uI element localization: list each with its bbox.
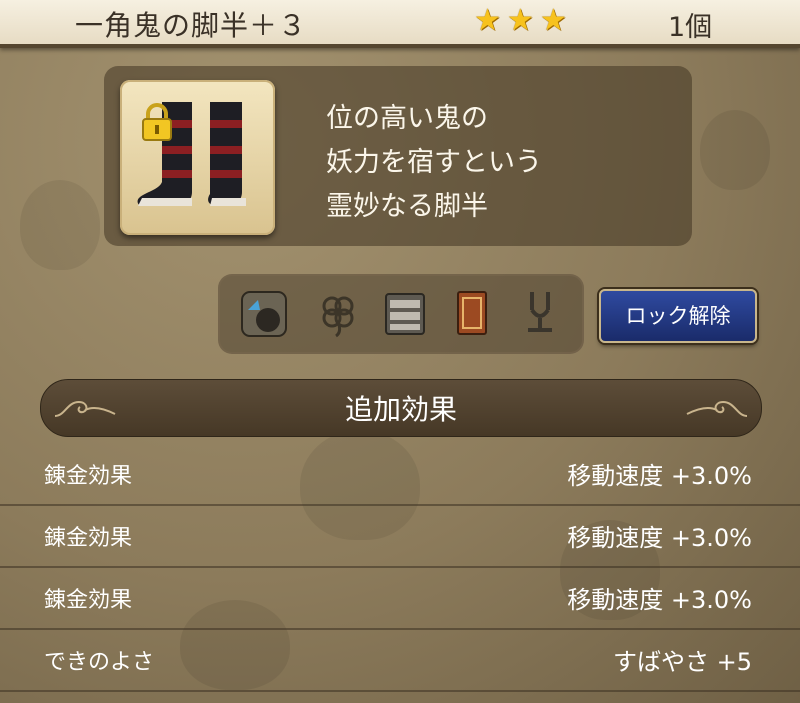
effect-value: 移動速度 +3.0% <box>567 462 752 490</box>
additional-effects-header: 追加効果 <box>40 379 762 437</box>
item-name: 一角鬼の脚半＋３ <box>75 9 308 42</box>
effect-row: できのよさ すばやさ +5 <box>0 628 800 692</box>
swirl-ornament-icon <box>686 400 748 417</box>
item-header: 一角鬼の脚半＋３ ★ ★ ★ 1個 <box>0 0 800 48</box>
status-icon-panel <box>218 274 584 354</box>
effect-row: 錬金効果 移動速度 +3.0% <box>0 566 800 630</box>
item-icon-frame <box>120 80 275 235</box>
effect-value: すばやさ +5 <box>612 648 752 676</box>
item-description: 位の高い鬼の 妖力を宿すという 霊妙なる脚半 <box>326 97 542 229</box>
description-line: 位の高い鬼の <box>326 103 488 134</box>
book-icon[interactable] <box>446 288 498 340</box>
background-pattern <box>20 180 100 270</box>
item-count: 1個 <box>668 12 713 43</box>
lock-icon <box>142 103 172 141</box>
description-line: 妖力を宿すという <box>326 147 542 178</box>
effect-label: できのよさ <box>44 650 155 675</box>
star-icon: ★ <box>506 3 534 38</box>
description-line: 霊妙なる脚半 <box>326 191 488 222</box>
effect-row: 錬金効果 移動速度 +3.0% <box>0 504 800 568</box>
effect-label: 錬金効果 <box>44 464 133 489</box>
clover-icon[interactable] <box>312 288 364 340</box>
star-icon: ★ <box>474 3 501 38</box>
star-icon: ★ <box>539 3 567 38</box>
background-pattern <box>700 110 770 190</box>
section-title: 追加効果 <box>344 393 457 426</box>
dice-bag-icon[interactable] <box>238 288 290 340</box>
effect-value: 移動速度 +3.0% <box>567 586 752 614</box>
tuning-fork-icon[interactable] <box>514 288 566 340</box>
cabinet-icon[interactable] <box>378 288 430 340</box>
effect-row: 錬金効果 移動速度 +3.0% <box>0 442 800 506</box>
effect-label: 錬金効果 <box>44 588 133 613</box>
rarity-stars: ★ ★ ★ <box>474 5 567 37</box>
unlock-button[interactable]: ロック解除 <box>599 289 757 343</box>
effect-value: 移動速度 +3.0% <box>567 524 752 552</box>
effect-label: 錬金効果 <box>44 526 133 551</box>
